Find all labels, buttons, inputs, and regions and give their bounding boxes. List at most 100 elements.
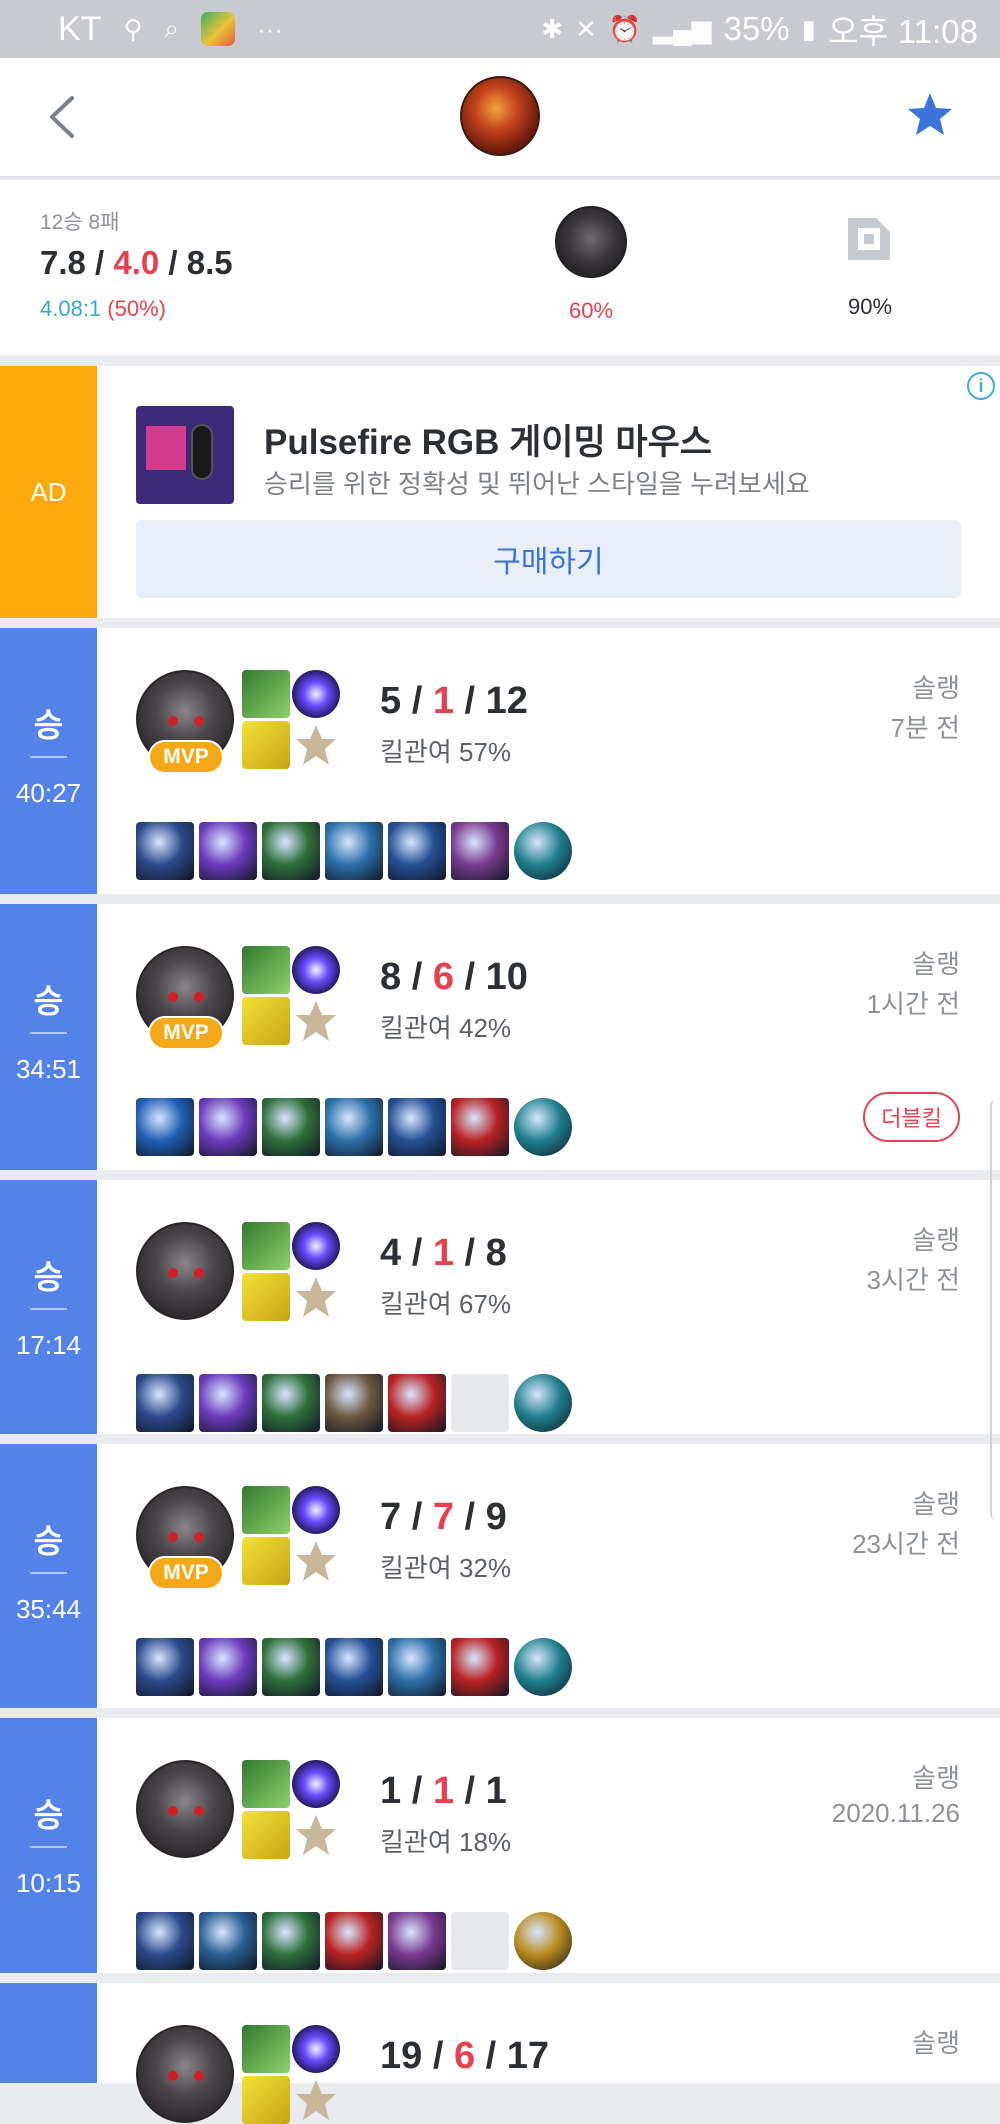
app-header: [0, 58, 1000, 176]
match-card[interactable]: 승 34:51 MVP 8 / 6 / 10 킬관여 42% 솔랭 1시간 전 더블킬: [0, 904, 1000, 1170]
kill-participation: 킬관여 18%: [380, 1827, 512, 1857]
buy-button[interactable]: 구매하기: [136, 520, 961, 598]
item-icon[interactable]: [262, 1638, 320, 1696]
match-time-ago: 3시간 전: [866, 1265, 960, 1295]
item-icon[interactable]: [199, 1098, 257, 1156]
item-icon[interactable]: [199, 1374, 257, 1432]
item-icon[interactable]: [325, 1912, 383, 1970]
queue-type: 솔랭: [912, 673, 960, 703]
mvp-badge: MVP: [148, 1016, 224, 1050]
champion-portrait: [136, 1760, 234, 1858]
scrollbar[interactable]: [990, 1100, 1000, 1520]
assists: 1: [485, 1770, 507, 1812]
average-kda: 7.8 / 4.0 / 8.5: [40, 244, 233, 282]
avg-kills: 7.8: [40, 244, 86, 281]
item-icon[interactable]: [388, 1374, 446, 1432]
ad-product-image[interactable]: [136, 406, 234, 504]
rune-primary-icon: [242, 1273, 290, 1321]
assists: 8: [485, 1232, 507, 1274]
match-card[interactable]: 승 10:15 1 / 1 / 1 킬관여 18% 솔랭 2020.11.26: [0, 1718, 1000, 1973]
match-card[interactable]: 승 17:14 4 / 1 / 8 킬관여 67% 솔랭 3시간 전: [0, 1180, 1000, 1434]
queue-type: 솔랭: [912, 1763, 960, 1793]
item-icon[interactable]: [199, 1912, 257, 1970]
item-icon[interactable]: [199, 1638, 257, 1696]
mvp-badge: MVP: [148, 740, 224, 774]
result-side-bar: 승 40:27: [0, 628, 97, 894]
result-divider: [30, 756, 67, 758]
item-icon[interactable]: [451, 1098, 509, 1156]
result-side-bar: 승 34:51: [0, 904, 97, 1170]
kills: 5: [380, 680, 402, 722]
item-icon[interactable]: [262, 1912, 320, 1970]
item-icon[interactable]: [136, 1912, 194, 1970]
ad-subtitle: 승리를 위한 정확성 및 뛰어난 스타일을 누려보세요: [264, 469, 810, 499]
result-side-bar: 승 10:15: [0, 1718, 97, 1973]
trinket-item-icon[interactable]: [514, 1098, 572, 1156]
champion-winrate: 60%: [568, 298, 614, 323]
kill-participation: 킬관여 42%: [380, 1013, 512, 1043]
champion-portrait: [136, 2025, 234, 2123]
rune-primary-icon: [242, 1537, 290, 1585]
match-kda: 4 / 1 / 8: [380, 1232, 507, 1274]
rune-secondary-icon: [296, 725, 336, 765]
summoner-spell-flash-icon: [292, 670, 340, 718]
queue-type: 솔랭: [912, 949, 960, 979]
match-result: 승: [33, 983, 64, 1019]
item-icon[interactable]: [262, 1374, 320, 1432]
ad-info-icon[interactable]: i: [967, 372, 995, 400]
assists: 12: [485, 680, 528, 722]
item-build: [136, 1638, 572, 1696]
trinket-item-icon[interactable]: [514, 1638, 572, 1696]
assists: 17: [506, 2035, 550, 2077]
item-icon[interactable]: [262, 822, 320, 880]
summoner-spell-flash-icon: [292, 946, 340, 994]
result-divider: [30, 1032, 67, 1034]
link-icon: ⚲: [123, 13, 143, 44]
match-kda: 19 / 6 / 17: [380, 2035, 550, 2077]
match-time-ago: 1시간 전: [866, 989, 960, 1019]
match-card[interactable]: 승 35:44 MVP 7 / 7 / 9 킬관여 32% 솔랭 23시간 전: [0, 1444, 1000, 1708]
item-icon[interactable]: [325, 1374, 383, 1432]
item-icon[interactable]: [136, 1098, 194, 1156]
item-icon[interactable]: [325, 1638, 383, 1696]
item-icon[interactable]: [388, 1098, 446, 1156]
more-icon: ···: [257, 13, 284, 44]
multikill-badge: 더블킬: [863, 1092, 960, 1142]
star-icon[interactable]: [905, 90, 955, 140]
trinket-item-icon[interactable]: [514, 1912, 572, 1970]
item-icon[interactable]: [388, 1638, 446, 1696]
rune-secondary-icon: [296, 2080, 336, 2120]
assists: 9: [485, 1496, 507, 1538]
chevron-left-icon[interactable]: [42, 94, 82, 140]
item-icon[interactable]: [388, 1912, 446, 1970]
summoner-spell-flash-icon: [292, 1222, 340, 1270]
position-icon: [848, 218, 890, 260]
item-icon[interactable]: [136, 822, 194, 880]
trinket-item-icon[interactable]: [514, 822, 572, 880]
item-icon[interactable]: [388, 822, 446, 880]
rune-secondary-icon: [296, 1001, 336, 1041]
avg-deaths: 4.0: [113, 244, 160, 281]
item-icon[interactable]: [136, 1374, 194, 1432]
match-card[interactable]: 승 40:27 MVP 5 / 1 / 12 킬관여 57% 솔랭 7분 전: [0, 628, 1000, 894]
item-build: [136, 1374, 572, 1432]
ad-banner[interactable]: AD Pulsefire RGB 게이밍 마우스 승리를 위한 정확성 및 뛰어…: [0, 366, 1000, 618]
item-icon[interactable]: [199, 822, 257, 880]
item-icon[interactable]: [451, 822, 509, 880]
item-icon[interactable]: [262, 1098, 320, 1156]
kills: 8: [380, 956, 402, 998]
carrier-label: KT: [58, 9, 102, 48]
trinket-item-icon[interactable]: [514, 1374, 572, 1432]
item-icon[interactable]: [451, 1638, 509, 1696]
ad-title[interactable]: Pulsefire RGB 게이밍 마우스: [264, 414, 712, 465]
summoner-spell-heal-icon: [242, 1222, 290, 1270]
result-divider: [30, 1572, 67, 1574]
item-icon[interactable]: [325, 1098, 383, 1156]
match-result: 승: [33, 707, 64, 743]
item-icon[interactable]: [325, 822, 383, 880]
queue-type: 솔랭: [912, 1225, 960, 1255]
item-icon[interactable]: [136, 1638, 194, 1696]
ad-label: AD: [0, 366, 97, 618]
match-card[interactable]: 19 / 6 / 17 솔랭: [0, 1983, 1000, 2124]
search-icon: ⌕: [164, 13, 180, 43]
